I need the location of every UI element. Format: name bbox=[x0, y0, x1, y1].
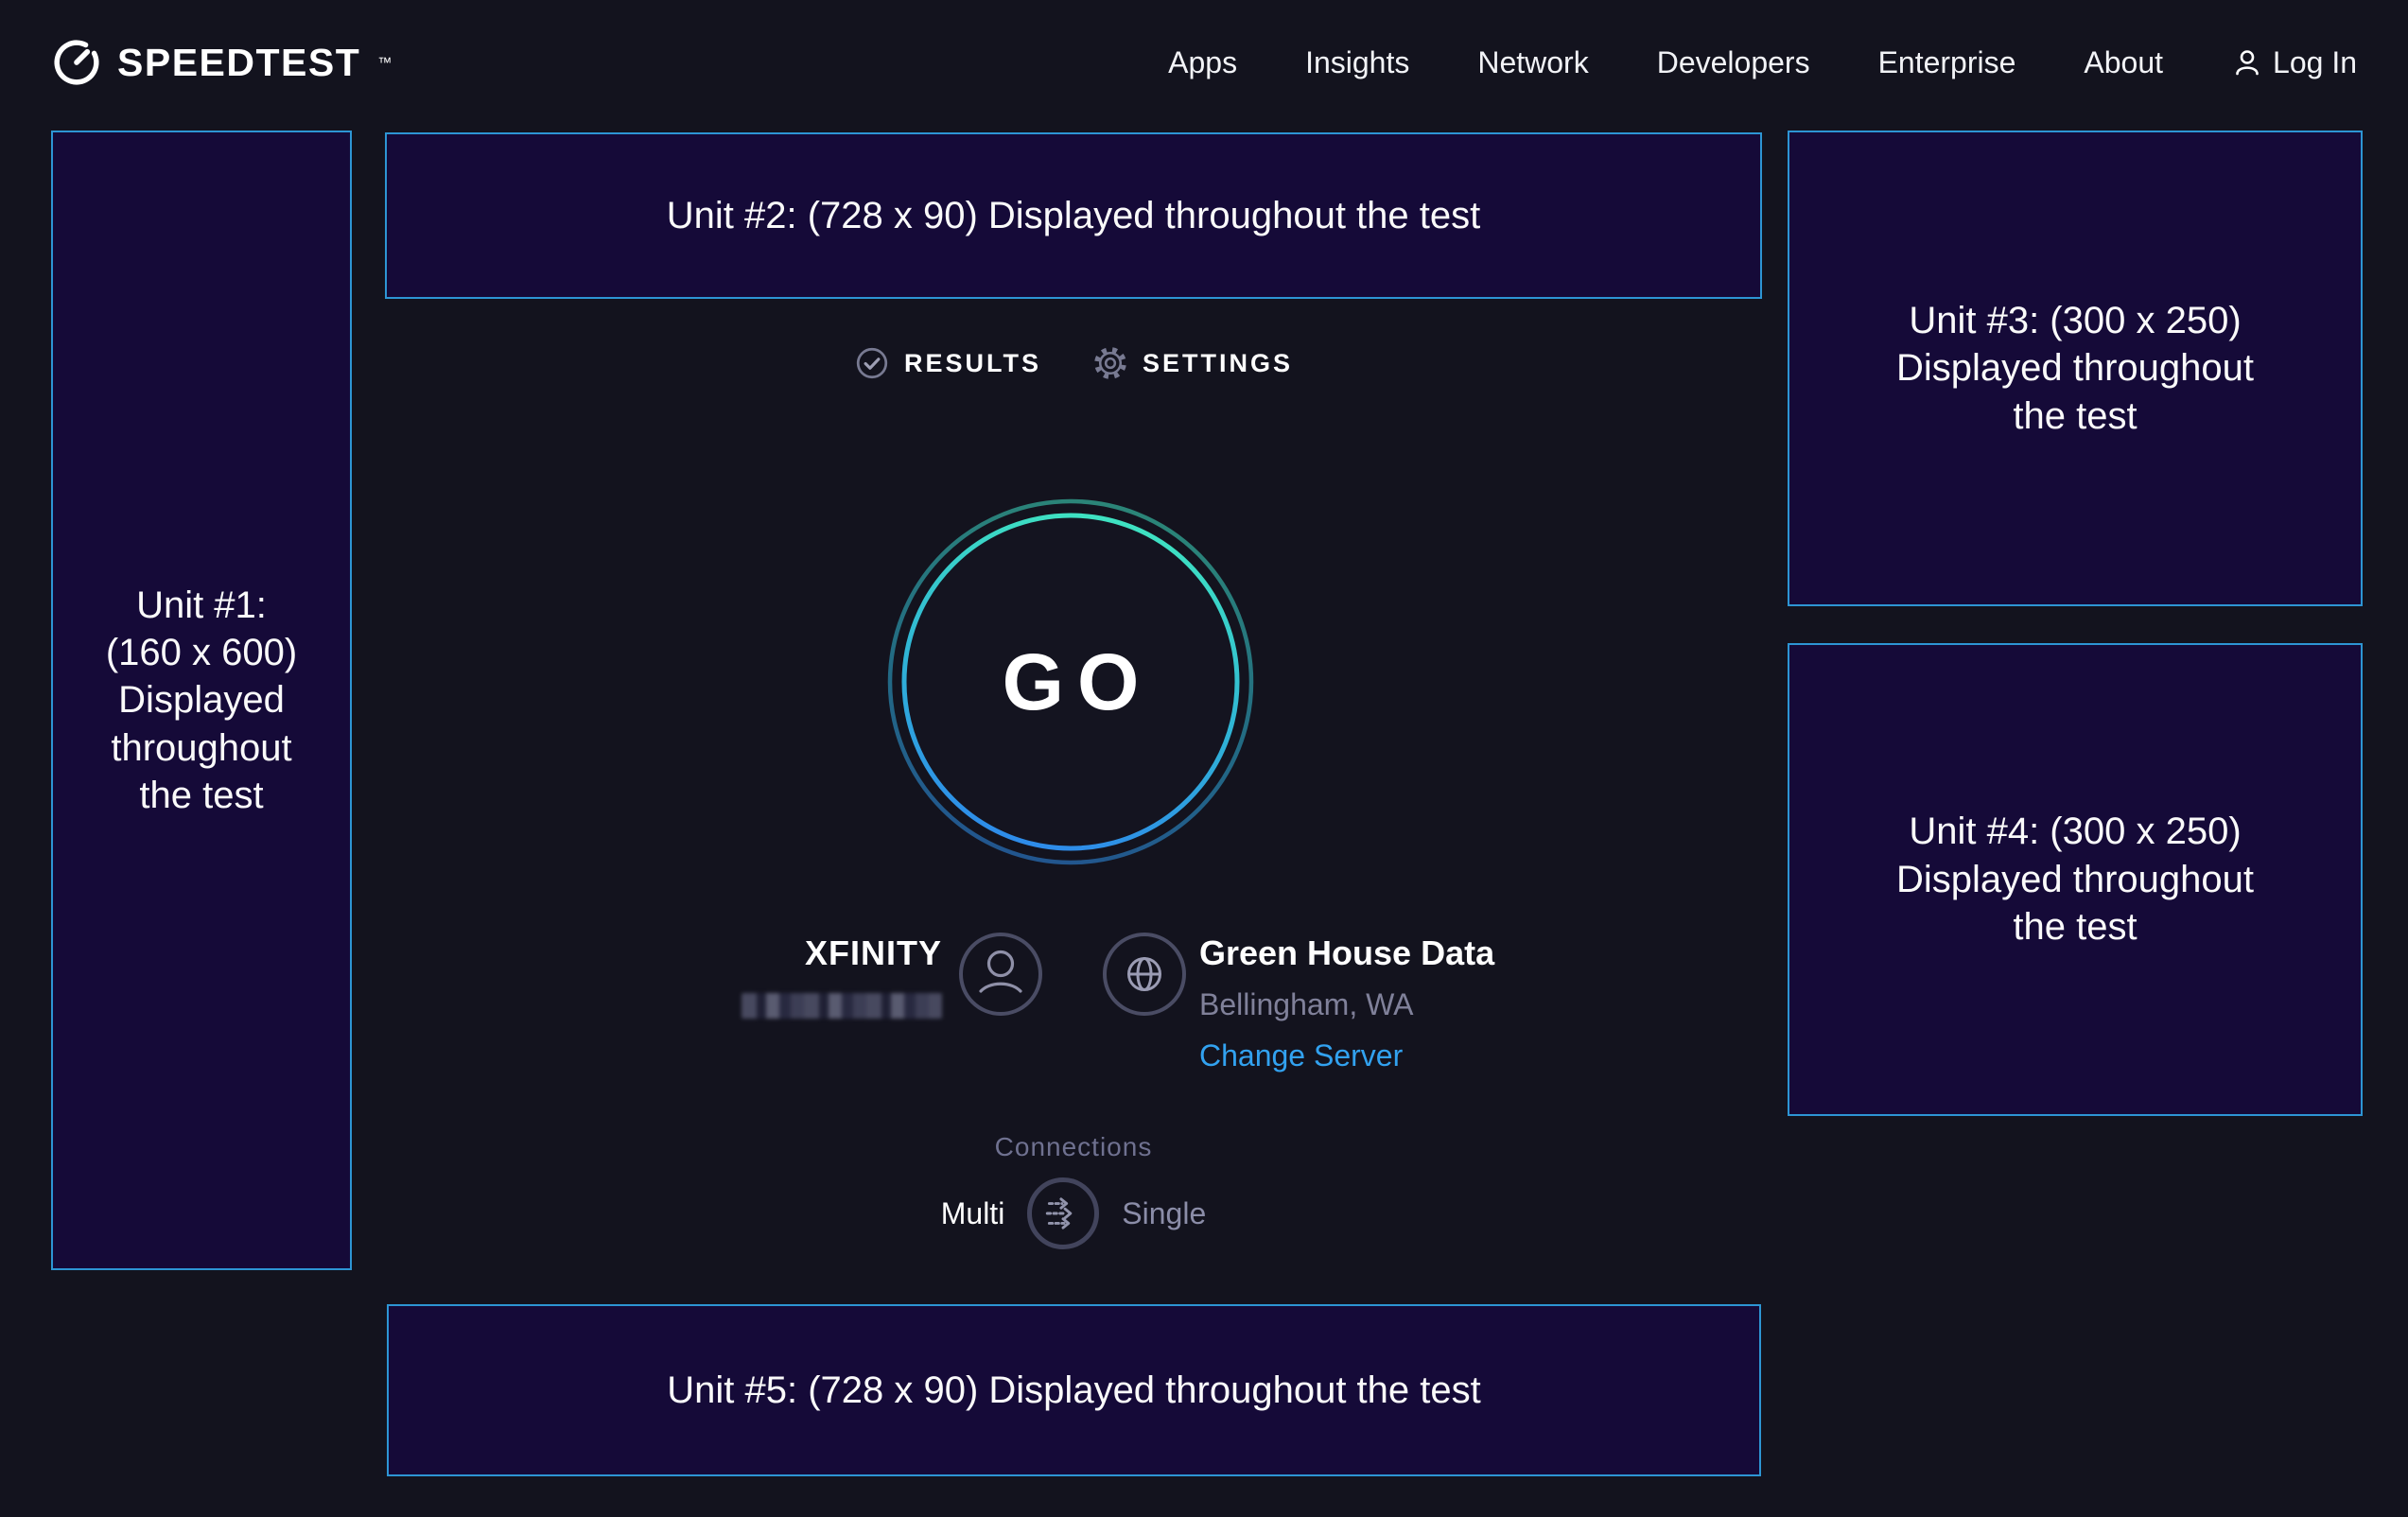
go-button-label: GO bbox=[881, 493, 1260, 871]
nav-item-enterprise[interactable]: Enterprise bbox=[1878, 45, 2016, 80]
connections-row: Multi Single bbox=[385, 1177, 1762, 1249]
main-nav: Apps Insights Network Developers Enterpr… bbox=[1168, 45, 2357, 80]
ad-unit-2[interactable]: Unit #2: (728 x 90) Displayed throughout… bbox=[385, 132, 1762, 299]
connections-multi-label[interactable]: Multi bbox=[941, 1196, 1005, 1231]
ad-unit-1[interactable]: Unit #1: (160 x 600) Displayed throughou… bbox=[51, 131, 352, 1270]
speedtest-page: SPEEDTEST ™ Apps Insights Network Develop… bbox=[0, 0, 2408, 1517]
tab-settings-label: SETTINGS bbox=[1143, 349, 1293, 378]
view-tabs: RESULTS SETTINGS bbox=[385, 345, 1762, 381]
server-globe-icon[interactable] bbox=[1102, 932, 1187, 1017]
server-location: Bellingham, WA bbox=[1199, 987, 1494, 1021]
change-server-link[interactable]: Change Server bbox=[1199, 1038, 1494, 1072]
login-label: Log In bbox=[2273, 45, 2357, 80]
multi-connection-arrows-icon bbox=[1041, 1192, 1085, 1235]
tab-results[interactable]: RESULTS bbox=[854, 345, 1041, 381]
nav-item-apps[interactable]: Apps bbox=[1168, 45, 1237, 80]
brand-name: SPEEDTEST bbox=[117, 41, 360, 85]
nav-item-network[interactable]: Network bbox=[1477, 45, 1588, 80]
gear-icon bbox=[1092, 345, 1128, 381]
speedtest-logo[interactable]: SPEEDTEST ™ bbox=[51, 37, 392, 88]
isp-name[interactable]: XFINITY bbox=[662, 934, 942, 972]
ad-unit-4[interactable]: Unit #4: (300 x 250) Displayed throughou… bbox=[1788, 643, 2363, 1116]
speedometer-icon bbox=[51, 37, 102, 88]
tab-settings[interactable]: SETTINGS bbox=[1092, 345, 1293, 381]
check-circle-icon bbox=[854, 345, 890, 381]
ad-unit-3[interactable]: Unit #3: (300 x 250) Displayed throughou… bbox=[1788, 131, 2363, 606]
ad-unit-3-text: Unit #3: (300 x 250) Displayed throughou… bbox=[1896, 297, 2254, 440]
ad-unit-5[interactable]: Unit #5: (728 x 90) Displayed throughout… bbox=[387, 1304, 1761, 1476]
user-icon bbox=[2231, 46, 2263, 78]
header: SPEEDTEST ™ Apps Insights Network Develop… bbox=[51, 0, 2357, 112]
tab-results-label: RESULTS bbox=[904, 349, 1041, 378]
brand-trademark: ™ bbox=[377, 55, 392, 71]
server-info: Green House Data Bellingham, WA Change S… bbox=[1199, 934, 1494, 1072]
ad-unit-5-text: Unit #5: (728 x 90) Displayed throughout… bbox=[667, 1367, 1481, 1414]
isp-person-icon[interactable] bbox=[958, 932, 1043, 1017]
nav-item-insights[interactable]: Insights bbox=[1305, 45, 1409, 80]
ad-unit-4-text: Unit #4: (300 x 250) Displayed throughou… bbox=[1896, 808, 2254, 950]
login-button[interactable]: Log In bbox=[2231, 45, 2357, 80]
go-button[interactable]: GO bbox=[881, 493, 1260, 871]
nav-item-about[interactable]: About bbox=[2084, 45, 2163, 80]
isp-details-redacted bbox=[742, 993, 942, 1019]
connections-single-label[interactable]: Single bbox=[1122, 1196, 1206, 1231]
nav-item-developers[interactable]: Developers bbox=[1657, 45, 1810, 80]
ad-unit-2-text: Unit #2: (728 x 90) Displayed throughout… bbox=[667, 192, 1481, 239]
ad-unit-1-text: Unit #1: (160 x 600) Displayed throughou… bbox=[106, 582, 297, 820]
connections-label: Connections bbox=[385, 1132, 1762, 1162]
server-name: Green House Data bbox=[1199, 934, 1494, 972]
connections-toggle[interactable] bbox=[1027, 1177, 1099, 1249]
